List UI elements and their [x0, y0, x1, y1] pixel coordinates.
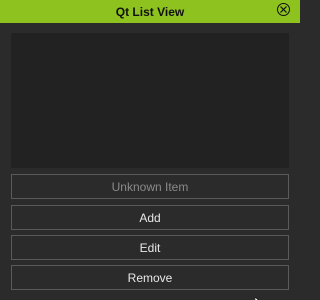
- qt-list-view-window: Qt List View Unknown Item Add Edit Remov…: [0, 0, 300, 300]
- add-label: Add: [139, 210, 161, 225]
- remove-button[interactable]: Remove: [11, 265, 289, 290]
- mouse-pointer-icon: [254, 292, 263, 300]
- add-button[interactable]: Add: [11, 205, 289, 230]
- unknown-item-label: Unknown Item: [111, 179, 189, 194]
- close-icon[interactable]: [277, 3, 290, 16]
- window-title: Qt List View: [115, 4, 185, 19]
- remove-label: Remove: [127, 270, 173, 285]
- list-view[interactable]: [11, 33, 289, 168]
- title-bar: Qt List View: [0, 0, 300, 23]
- edit-button[interactable]: Edit: [11, 235, 289, 260]
- unknown-item-button: Unknown Item: [11, 174, 289, 199]
- edit-label: Edit: [139, 240, 161, 255]
